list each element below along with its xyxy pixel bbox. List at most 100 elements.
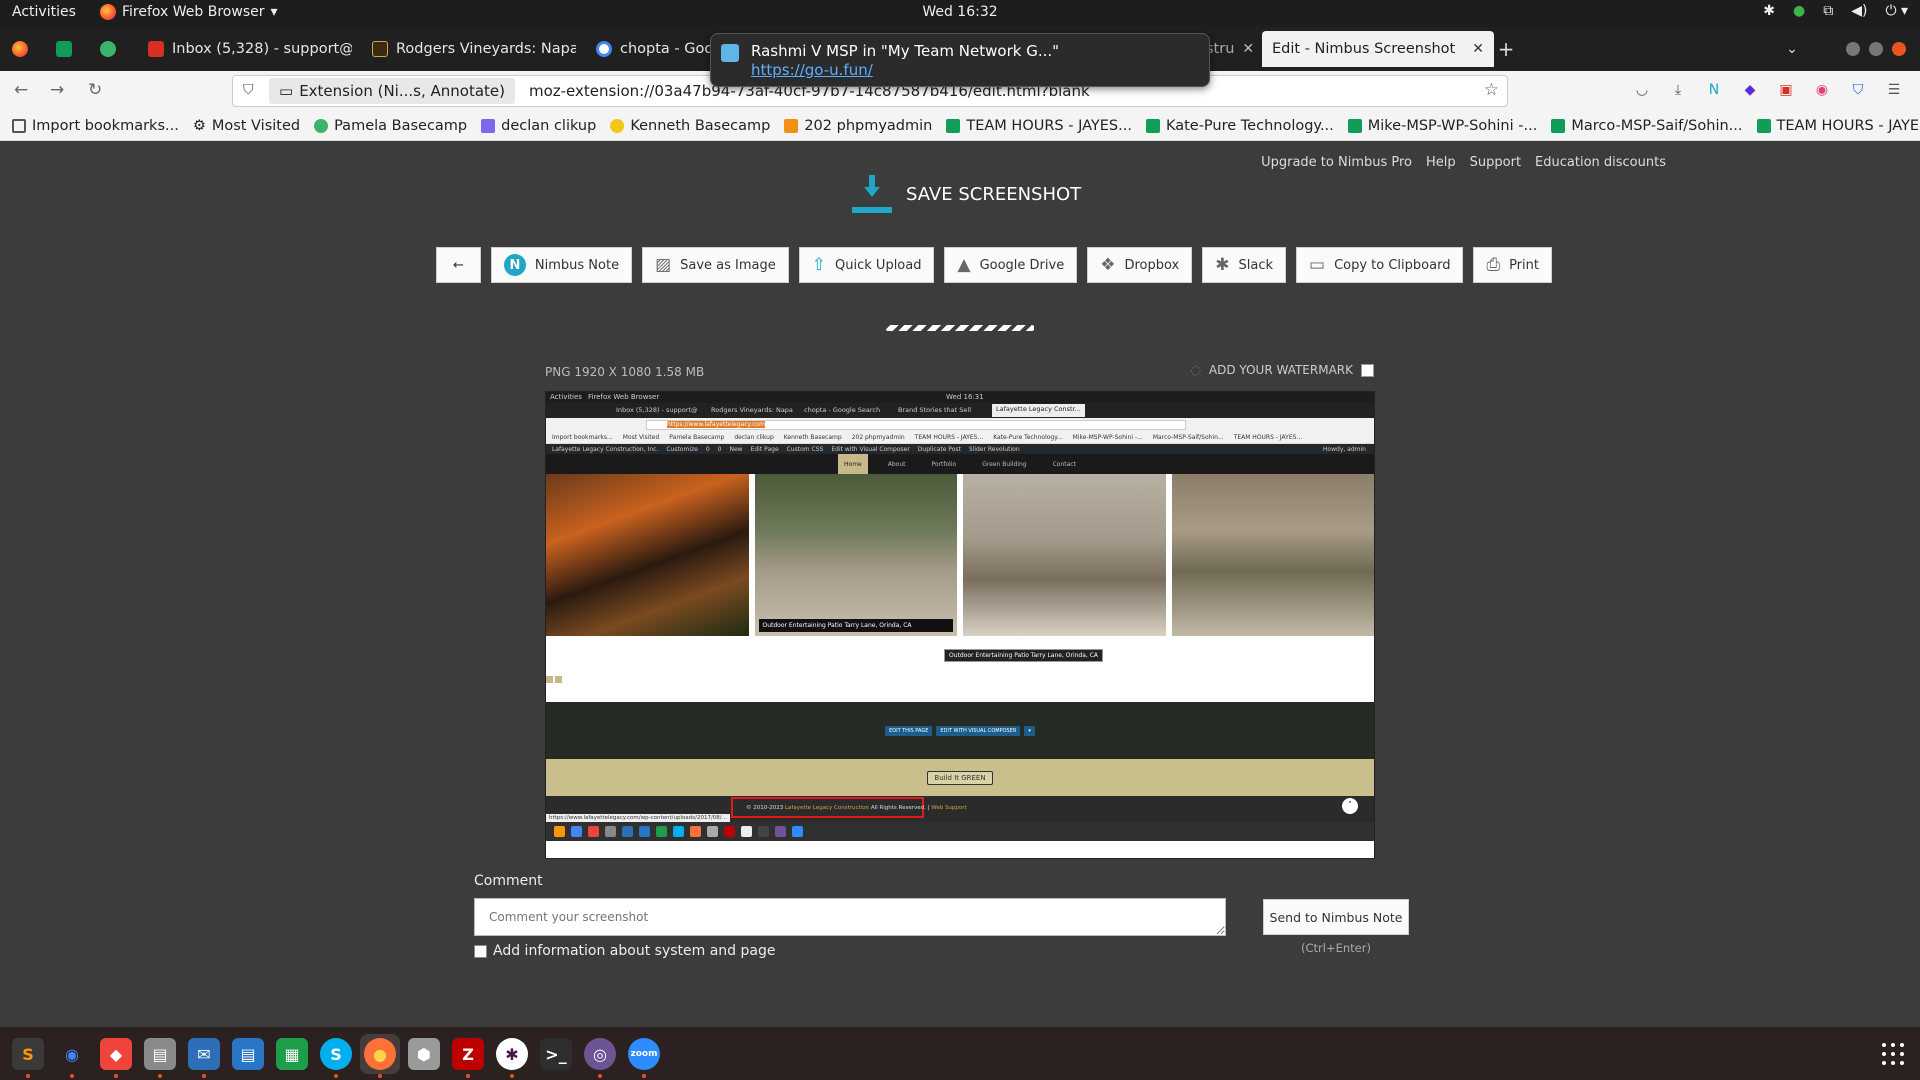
tab-chopta[interactable]: chopta - Goog <box>586 31 710 67</box>
button-label: Dropbox <box>1124 257 1180 273</box>
nimbus-note-button[interactable]: N Nimbus Note <box>490 247 633 283</box>
clock[interactable]: Wed 16:32 <box>922 4 997 20</box>
colorzilla-icon[interactable]: ◉ <box>1812 80 1832 100</box>
bookmark-item[interactable]: Mike-MSP-WP-Sohini -... <box>1347 118 1537 134</box>
preview-wp-admin-bar: Lafayette Legacy Construction, Inc. Cust… <box>546 444 1374 454</box>
add-info-checkbox[interactable] <box>474 944 487 958</box>
writer-icon[interactable]: ▤ <box>228 1034 268 1074</box>
pinned-sheets-tab[interactable] <box>52 37 76 61</box>
watermark-checkbox[interactable] <box>1361 363 1374 377</box>
education-link[interactable]: Education discounts <box>1535 155 1666 170</box>
app-menu[interactable]: Firefox Web Browser ▾ <box>100 4 278 20</box>
pinned-basecamp-tab[interactable] <box>96 37 120 61</box>
shield-app-icon[interactable]: ⬢ <box>404 1034 444 1074</box>
extension-purple-icon[interactable]: ◆ <box>1740 80 1760 100</box>
preview-bookmark: Mike-MSP-WP-Sohini -... <box>1072 434 1143 441</box>
activities-button[interactable]: Activities <box>12 4 76 20</box>
tab-nimbus-screenshot[interactable]: Edit - Nimbus Screenshot ✕ <box>1262 31 1494 67</box>
bookmark-item[interactable]: 202 phpmyadmin <box>784 118 932 134</box>
bookmark-item[interactable]: declan clikup <box>481 118 596 134</box>
bookmark-item[interactable]: Kenneth Basecamp <box>610 118 770 134</box>
tab-inbox[interactable]: Inbox (5,328) - support@ ✕ <box>138 31 352 67</box>
preview-dock <box>546 822 1374 841</box>
list-all-tabs-button[interactable]: ⌄ <box>1780 37 1804 61</box>
nimbus-ext-icon[interactable]: N <box>1704 80 1724 100</box>
button-label: Slack <box>1238 257 1273 273</box>
comment-input[interactable] <box>474 898 1226 936</box>
new-tab-button[interactable]: + <box>1494 37 1518 61</box>
bookmark-item[interactable]: Kate-Pure Technology... <box>1145 118 1334 134</box>
firefox-view-icon[interactable] <box>8 37 32 61</box>
downloads-icon[interactable]: ⤓ <box>1668 80 1688 100</box>
screenshot-preview[interactable]: Activities Firefox Web Browser Wed 16:31… <box>545 391 1375 859</box>
add-info-option[interactable]: Add information about system and page <box>474 943 775 959</box>
tab-rodgers-vineyards[interactable]: Rodgers Vineyards: Napa ✕ <box>362 31 576 67</box>
thunderbird-icon[interactable]: ✉ <box>184 1034 224 1078</box>
skype-icon[interactable]: S <box>316 1034 356 1078</box>
bitwarden-icon[interactable]: ⛉ <box>1848 80 1868 100</box>
send-to-nimbus-note-button[interactable]: Send to Nimbus Note <box>1263 899 1409 935</box>
save-as-image-button[interactable]: ▨ Save as Image <box>642 247 789 283</box>
bookmark-item[interactable]: Marco-MSP-Saif/Sohin... <box>1551 118 1743 134</box>
notification-link[interactable]: https://go-u.fun/ <box>751 61 873 79</box>
google-drive-button[interactable]: ▲ Google Drive <box>944 247 1078 283</box>
minimize-button[interactable] <box>1846 42 1860 56</box>
reload-icon[interactable]: ↻ <box>88 80 102 100</box>
maximize-button[interactable] <box>1869 42 1883 56</box>
preview-url: https://www.lafayettelegacy.com <box>667 421 765 428</box>
bookmark-item[interactable]: ⚙ Most Visited <box>193 118 300 134</box>
slack-tray-icon[interactable]: ✱ <box>1763 3 1775 19</box>
terminal-icon[interactable]: >_ <box>536 1034 576 1074</box>
slack-button[interactable]: ✱ Slack <box>1202 247 1286 283</box>
support-link[interactable]: Support <box>1470 155 1521 170</box>
power-icon[interactable]: ⏻ ▾ <box>1885 3 1908 19</box>
close-icon[interactable]: ✕ <box>1242 41 1254 57</box>
tracking-shield-icon[interactable]: ⛉ <box>243 82 254 98</box>
github-icon[interactable]: ◎ <box>580 1034 620 1078</box>
notification-popup[interactable]: Rashmi V MSP in "My Team Network G..." h… <box>710 33 1210 87</box>
bookmark-item[interactable]: TEAM HOURS - JAYES... <box>1756 118 1920 134</box>
bookmark-item[interactable]: Pamela Basecamp <box>314 118 467 134</box>
calc-icon[interactable]: ▦ <box>272 1034 312 1074</box>
preview-admin-item: Edit Page <box>750 445 779 453</box>
firefox-icon[interactable]: ● <box>360 1034 400 1078</box>
help-link[interactable]: Help <box>1426 155 1456 170</box>
upgrade-link[interactable]: Upgrade to Nimbus Pro <box>1261 155 1412 170</box>
quick-upload-button[interactable]: ⇧ Quick Upload <box>798 247 935 283</box>
update-tray-icon[interactable]: ● <box>1793 3 1805 19</box>
watermark-option[interactable]: ◌ ADD YOUR WATERMARK <box>1190 363 1374 377</box>
bookmark-item[interactable]: TEAM HOURS - JAYES... <box>946 118 1132 134</box>
back-icon[interactable]: ← <box>14 80 28 100</box>
bookmark-label: 202 phpmyadmin <box>804 117 933 134</box>
zoom-icon[interactable]: zoom <box>624 1034 664 1078</box>
preview-footer-text: © 2010-2023 Lafayette Legacy Constructio… <box>746 805 967 811</box>
sheets-icon <box>1347 118 1362 133</box>
preview-white-section <box>546 636 1374 702</box>
show-applications-icon[interactable] <box>1882 1043 1904 1065</box>
volume-icon[interactable]: ◀) <box>1851 3 1867 19</box>
slack-icon[interactable]: ✱ <box>492 1034 532 1078</box>
network-icon[interactable]: ⧉ <box>1823 3 1833 19</box>
back-arrow: ← <box>453 257 464 273</box>
print-button[interactable]: ⎙ Print <box>1473 247 1552 283</box>
copy-to-clipboard-button[interactable]: ▭ Copy to Clipboard <box>1296 247 1464 283</box>
filezilla-icon[interactable]: Z <box>448 1034 488 1078</box>
import-icon <box>12 118 26 133</box>
forward-icon[interactable]: → <box>50 80 64 100</box>
dropbox-button[interactable]: ❖ Dropbox <box>1087 247 1193 283</box>
pocket-icon[interactable]: ◡ <box>1632 80 1652 100</box>
extension-red-icon[interactable]: ▣ <box>1776 80 1796 100</box>
site-identity[interactable]: ▭ Extension (Ni...s, Annotate) <box>269 78 515 104</box>
bookmark-item[interactable]: Import bookmarks... <box>12 118 179 134</box>
close-window-button[interactable] <box>1892 42 1906 56</box>
anydesk-icon[interactable]: ◆ <box>96 1034 136 1078</box>
sublime-text-icon[interactable]: S <box>8 1034 48 1078</box>
menu-icon[interactable]: ☰ <box>1884 80 1904 100</box>
bookmark-star-icon[interactable]: ☆ <box>1484 80 1499 100</box>
back-button[interactable]: ← <box>436 247 481 283</box>
chrome-icon[interactable]: ◉ <box>52 1034 92 1078</box>
close-icon[interactable]: ✕ <box>1472 41 1484 57</box>
button-label: Quick Upload <box>835 257 922 273</box>
preview-bookmarks: Import bookmarks... Most Visited Pamela … <box>546 432 1374 444</box>
files-icon[interactable]: ▤ <box>140 1034 180 1078</box>
